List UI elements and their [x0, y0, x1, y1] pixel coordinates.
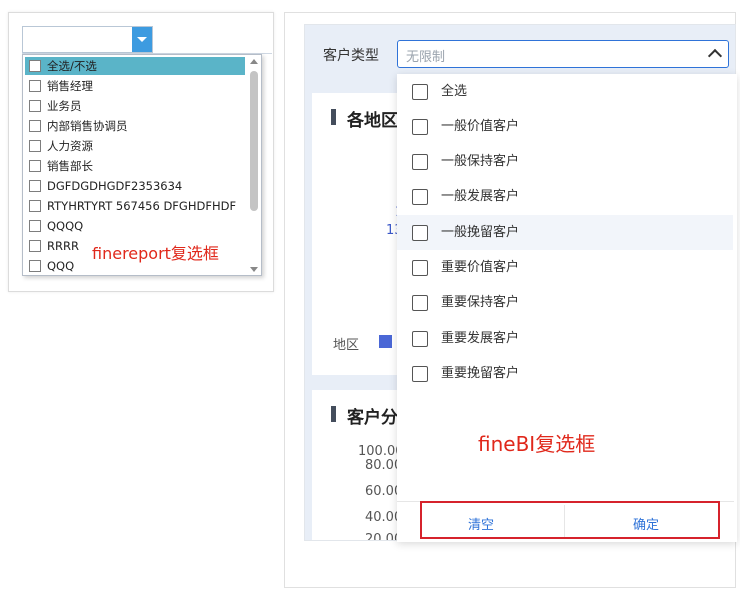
checkbox[interactable] [412, 260, 428, 276]
legend-label: 地区 [333, 338, 360, 353]
checkbox[interactable] [412, 366, 428, 382]
option-label: 重要发展客户 [441, 331, 520, 346]
region-card [312, 93, 397, 375]
item-label: RRRR [47, 239, 79, 253]
option-label: 一般发展客户 [441, 189, 520, 204]
highlight-box [420, 501, 720, 539]
legend-swatch [379, 335, 392, 348]
filter-label: 客户类型 [323, 48, 379, 64]
list-item[interactable]: 人力资源 [25, 137, 245, 155]
list-item[interactable]: QQQQ [25, 217, 245, 235]
option-item[interactable]: 一般挽留客户 [397, 215, 733, 250]
checkbox[interactable] [412, 84, 428, 100]
option-label: 重要保持客户 [441, 295, 520, 310]
chevron-down-icon[interactable] [132, 27, 152, 52]
checkbox[interactable] [412, 119, 428, 135]
option-label: 一般挽留客户 [441, 225, 520, 240]
option-item[interactable]: 一般价值客户 [397, 109, 733, 144]
checkbox[interactable] [412, 189, 428, 205]
option-item[interactable]: 重要发展客户 [397, 321, 733, 356]
item-label: QQQ [47, 259, 75, 273]
item-label: 业务员 [47, 99, 82, 113]
checkbox[interactable] [29, 60, 41, 72]
list-item[interactable]: 全选/不选 [25, 57, 245, 75]
checkbox[interactable] [29, 240, 41, 252]
list-item[interactable]: 业务员 [25, 97, 245, 115]
scrollbar-thumb[interactable] [250, 71, 258, 211]
scrollbar[interactable] [249, 57, 259, 273]
list-item[interactable]: 内部销售协调员 [25, 117, 245, 135]
finereport-caption: finereport复选框 [92, 244, 219, 263]
checkbox[interactable] [29, 120, 41, 132]
checkbox[interactable] [29, 180, 41, 192]
card-title: 各地区 [347, 111, 398, 131]
checkbox[interactable] [412, 225, 428, 241]
item-label: 人力资源 [47, 139, 93, 153]
option-item[interactable]: 一般保持客户 [397, 144, 733, 179]
option-item[interactable]: 一般发展客户 [397, 179, 733, 214]
option-label: 重要挽留客户 [441, 366, 520, 381]
checkbox[interactable] [29, 100, 41, 112]
title-bar [331, 406, 336, 422]
checkbox[interactable] [29, 140, 41, 152]
checkbox[interactable] [29, 80, 41, 92]
chevron-up-icon[interactable] [707, 48, 723, 64]
option-item[interactable]: 全选 [397, 74, 733, 109]
item-label: 销售部长 [47, 159, 93, 173]
option-item[interactable]: 重要保持客户 [397, 285, 733, 320]
option-label: 一般价值客户 [441, 119, 520, 134]
list-item[interactable]: 销售部长 [25, 157, 245, 175]
item-label: 销售经理 [47, 79, 93, 93]
option-item[interactable]: 重要挽留客户 [397, 356, 733, 391]
scroll-up-icon[interactable] [250, 59, 258, 64]
option-label: 重要价值客户 [441, 260, 520, 275]
customer-type-select[interactable]: 无限制 [397, 40, 729, 68]
checkbox[interactable] [29, 200, 41, 212]
item-label: QQQQ [47, 219, 84, 233]
checkbox[interactable] [412, 295, 428, 311]
checkbox[interactable] [412, 331, 428, 347]
select-placeholder: 无限制 [406, 50, 446, 65]
checkbox[interactable] [29, 160, 41, 172]
customer-type-dropdown: 全选 一般价值客户 一般保持客户 一般发展客户 一般挽留客户 重要价值客户 重要… [397, 74, 737, 542]
list-item[interactable]: DGFDGDHGDF2353634 [25, 177, 245, 195]
checkbox[interactable] [412, 154, 428, 170]
checkbox[interactable] [29, 260, 41, 272]
item-label: DGFDGDHGDF2353634 [47, 179, 183, 193]
option-label: 全选 [441, 84, 468, 99]
scroll-down-icon[interactable] [250, 267, 258, 272]
list-item[interactable]: RTYHRTYRT 567456 DFGHDFHDF [25, 197, 245, 215]
card-title: 客户分 [347, 408, 398, 428]
item-label: 内部销售协调员 [47, 119, 128, 133]
checkbox[interactable] [29, 220, 41, 232]
item-label: 全选/不选 [47, 59, 97, 73]
finereport-combo[interactable] [22, 26, 153, 53]
item-label: RTYHRTYRT 567456 DFGHDFHDF [47, 199, 237, 213]
option-label: 一般保持客户 [441, 154, 520, 169]
list-item[interactable]: 销售经理 [25, 77, 245, 95]
title-bar [331, 109, 336, 125]
option-item[interactable]: 重要价值客户 [397, 250, 733, 285]
finebi-caption: fineBI复选框 [478, 432, 596, 456]
